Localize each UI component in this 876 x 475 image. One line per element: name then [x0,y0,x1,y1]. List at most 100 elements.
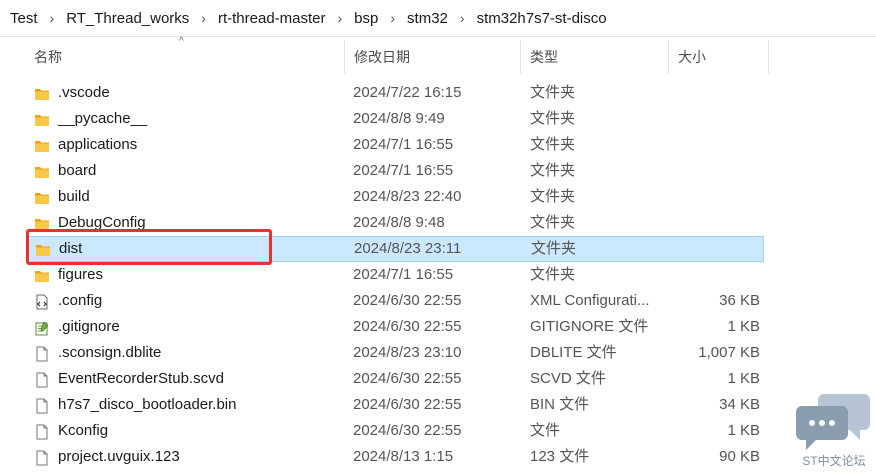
file-name[interactable]: .config [58,288,102,314]
file-date: 2024/6/30 22:55 [353,292,462,309]
file-row-config[interactable]: .config 2024/6/30 22:55 XML Configurati...… [28,288,764,314]
file-date: 2024/8/8 9:48 [353,214,445,231]
column-header-date[interactable]: 修改日期 [354,40,410,74]
file-size: 1 KB [727,422,760,439]
column-header-type[interactable]: 类型 [530,40,558,74]
breadcrumb-separator-icon[interactable]: › [332,10,349,26]
breadcrumb-separator-icon[interactable]: › [454,10,471,26]
file-type: 文件夹 [530,136,576,153]
file-row-gitignore[interactable]: .gitignore 2024/6/30 22:55 GITIGNORE 文件 1 K… [28,314,764,340]
file-icon [34,397,50,414]
column-divider[interactable] [344,40,345,74]
file-date: 2024/6/30 22:55 [353,422,462,439]
file-row-project-uvguix-123[interactable]: project.uvguix.123 2024/8/13 1:15 123 文件 90… [28,444,764,470]
file-name[interactable]: DebugConfig [58,210,146,236]
breadcrumb: Test › RT_Thread_works › rt-thread-master › bs… [0,0,876,37]
file-date: 2024/6/30 22:55 [353,318,462,335]
breadcrumb-item[interactable]: rt-thread-master [212,10,332,27]
file-name[interactable]: dist [59,237,82,261]
file-name[interactable]: figures [58,262,103,288]
file-size: 1,007 KB [698,344,760,361]
file-icon [34,345,50,362]
file-row-dist[interactable]: dist 2024/8/23 23:11 文件夹 [28,236,764,262]
file-date: 2024/7/1 16:55 [353,266,454,283]
file-row-build[interactable]: build 2024/8/23 22:40 文件夹 [28,184,764,210]
file-type: 文件夹 [530,84,576,101]
file-row-pycache[interactable]: __pycache__ 2024/8/8 9:49 文件夹 [28,106,764,132]
file-date: 2024/6/30 22:55 [353,396,462,413]
file-size: 1 KB [727,318,760,335]
file-name[interactable]: applications [58,132,137,158]
file-name[interactable]: EventRecorderStub.scvd [58,366,224,392]
file-name[interactable]: .gitignore [58,314,120,340]
file-date: 2024/7/22 16:15 [353,84,462,101]
file-row-applications[interactable]: applications 2024/7/1 16:55 文件夹 [28,132,764,158]
file-size: 1 KB [727,370,760,387]
folder-icon [34,85,50,101]
file-row-kconfig[interactable]: Kconfig 2024/6/30 22:55 文件 1 KB [28,418,764,444]
file-date: 2024/7/1 16:55 [353,162,454,179]
file-date: 2024/8/23 22:40 [353,188,462,205]
column-divider[interactable] [520,40,521,74]
column-header-size[interactable]: 大小 [678,40,706,74]
file-date: 2024/7/1 16:55 [353,136,454,153]
file-type: 文件夹 [530,162,576,179]
file-name[interactable]: h7s7_disco_bootloader.bin [58,392,236,418]
file-icon [34,371,50,388]
file-name[interactable]: .sconsign.dblite [58,340,161,366]
breadcrumb-separator-icon[interactable]: › [195,10,212,26]
file-size: 36 KB [719,292,760,309]
file-date: 2024/8/23 23:10 [353,344,462,361]
file-type: 文件夹 [530,266,576,283]
file-type: 文件夹 [530,214,576,231]
file-type: 文件夹 [531,240,577,257]
file-size: 34 KB [719,396,760,413]
file-type: 文件 [530,422,561,439]
file-date: 2024/8/8 9:49 [353,110,445,127]
file-row-vscode[interactable]: .vscode 2024/7/22 16:15 文件夹 [28,80,764,106]
folder-icon [34,215,50,231]
column-header-name[interactable]: 名称 [34,40,62,74]
breadcrumb-item[interactable]: stm32h7s7-st-disco [471,10,613,27]
file-type: 文件夹 [530,110,576,127]
file-row-figures[interactable]: figures 2024/7/1 16:55 文件夹 [28,262,764,288]
file-name[interactable]: board [58,158,96,184]
breadcrumb-item[interactable]: Test [0,10,44,27]
file-icon [34,423,50,440]
file-row-board[interactable]: board 2024/7/1 16:55 文件夹 [28,158,764,184]
file-row-debugconfig[interactable]: DebugConfig 2024/8/8 9:48 文件夹 [28,210,764,236]
file-type: GITIGNORE 文件 [530,318,649,335]
xml-file-icon [34,293,50,310]
column-header: 名称 修改日期 类型 大小 [24,40,770,74]
file-type: 文件夹 [530,188,576,205]
breadcrumb-separator-icon[interactable]: › [384,10,401,26]
file-name[interactable]: __pycache__ [58,106,147,132]
folder-icon [34,189,50,205]
folder-icon [34,267,50,283]
column-divider[interactable] [668,40,669,74]
column-divider[interactable] [768,40,769,74]
file-row-eventrecorderstub-scvd[interactable]: EventRecorderStub.scvd 2024/6/30 22:55 SCV… [28,366,764,392]
file-name[interactable]: project.uvguix.123 [58,444,180,470]
file-row-h7s7-disco-bootloader-bin[interactable]: h7s7_disco_bootloader.bin 2024/6/30 22:55… [28,392,764,418]
breadcrumb-separator-icon[interactable]: › [44,10,61,26]
file-type: DBLITE 文件 [530,344,617,361]
file-type: XML Configurati... [530,292,650,309]
file-date: 2024/8/23 23:11 [354,240,462,257]
folder-icon [34,111,50,127]
folder-icon [35,242,51,258]
file-row-sconsign-dblite[interactable]: .sconsign.dblite 2024/8/23 23:10 DBLITE 文件… [28,340,764,366]
file-name[interactable]: Kconfig [58,418,108,444]
breadcrumb-item[interactable]: stm32 [401,10,454,27]
file-date: 2024/6/30 22:55 [353,370,462,387]
file-name[interactable]: .vscode [58,80,110,106]
breadcrumb-item[interactable]: bsp [348,10,384,27]
file-date: 2024/8/13 1:15 [353,448,454,465]
notepad-file-icon [34,319,50,336]
file-icon [34,449,50,466]
file-type: BIN 文件 [530,396,590,413]
folder-icon [34,137,50,153]
file-name[interactable]: build [58,184,90,210]
folder-icon [34,163,50,179]
breadcrumb-item[interactable]: RT_Thread_works [60,10,195,27]
